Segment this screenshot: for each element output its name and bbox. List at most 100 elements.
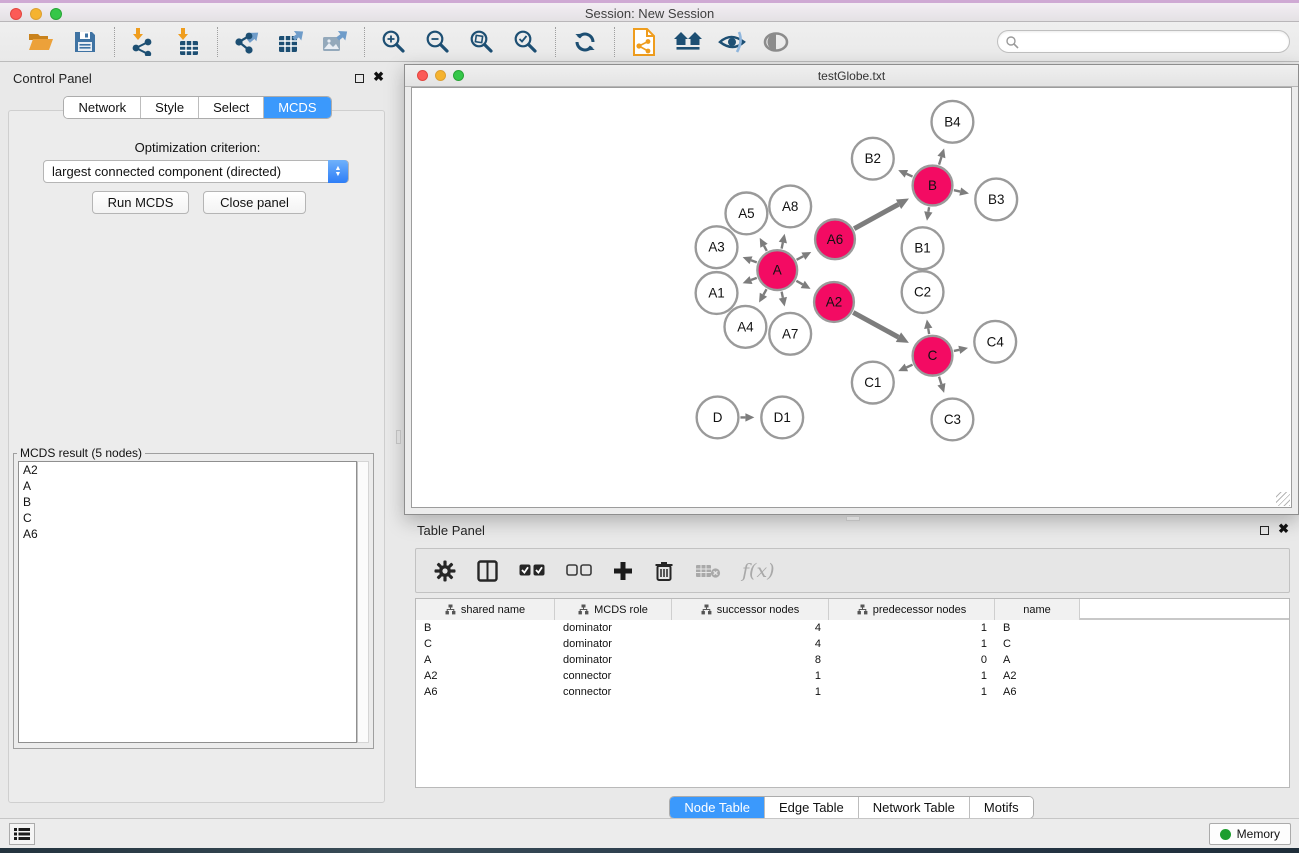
- graph-node-A3[interactable]: A3: [696, 226, 738, 268]
- table-cell[interactable]: B: [416, 622, 555, 634]
- mcds-result-item[interactable]: A2: [19, 462, 356, 478]
- table-cell[interactable]: 1: [672, 686, 829, 698]
- edge-C-C2[interactable]: [928, 328, 929, 334]
- table-cell[interactable]: 1: [829, 686, 995, 698]
- zoom-in-icon[interactable]: [379, 27, 409, 57]
- tab-mcds[interactable]: MCDS: [264, 97, 330, 118]
- table-cell[interactable]: C: [995, 638, 1080, 650]
- graph-node-A5[interactable]: A5: [726, 193, 768, 235]
- edge-A-A2[interactable]: [796, 281, 802, 285]
- graph-node-B[interactable]: B: [913, 166, 953, 206]
- table-row[interactable]: Bdominator41B: [416, 620, 1289, 636]
- import-network-icon[interactable]: [129, 27, 159, 57]
- float-panel-icon[interactable]: [355, 74, 364, 83]
- tab-network-table[interactable]: Network Table: [859, 797, 970, 818]
- column-header-successor-nodes[interactable]: successor nodes: [672, 599, 829, 620]
- refresh-icon[interactable]: [570, 27, 600, 57]
- mcds-list-scrollbar[interactable]: [357, 461, 369, 743]
- open-file-icon[interactable]: [26, 27, 56, 57]
- home-icon[interactable]: [673, 27, 703, 57]
- graph-node-A2[interactable]: A2: [814, 282, 854, 322]
- table-cell[interactable]: 4: [672, 638, 829, 650]
- graph-node-C1[interactable]: C1: [852, 362, 894, 404]
- table-cell[interactable]: 1: [829, 670, 995, 682]
- graph-node-B1[interactable]: B1: [902, 227, 944, 269]
- edge-A-A6[interactable]: [797, 256, 804, 260]
- table-cell[interactable]: A6: [995, 686, 1080, 698]
- select-all-checkboxes-icon[interactable]: [519, 564, 545, 577]
- mcds-result-item[interactable]: A: [19, 478, 356, 494]
- table-cell[interactable]: 4: [672, 622, 829, 634]
- tab-style[interactable]: Style: [141, 97, 199, 118]
- table-cell[interactable]: C: [416, 638, 555, 650]
- mcds-result-list[interactable]: A2ABCA6: [18, 461, 357, 743]
- graph-node-C[interactable]: C: [913, 336, 953, 376]
- edge-A6-B[interactable]: [854, 204, 898, 228]
- graph-node-A[interactable]: A: [757, 250, 797, 290]
- edge-B-B3[interactable]: [954, 190, 960, 191]
- save-session-icon[interactable]: [70, 27, 100, 57]
- zoom-selected-icon[interactable]: [511, 27, 541, 57]
- edge-A-A3[interactable]: [751, 260, 757, 262]
- zoom-out-icon[interactable]: [423, 27, 453, 57]
- edge-C-C1[interactable]: [906, 365, 912, 368]
- delete-column-trash-icon[interactable]: [654, 560, 674, 582]
- network-file-icon[interactable]: [629, 27, 659, 57]
- close-table-panel-icon[interactable]: ✖: [1278, 521, 1289, 537]
- table-cell[interactable]: dominator: [555, 638, 672, 650]
- graph-node-B4[interactable]: B4: [932, 101, 974, 143]
- node-table[interactable]: shared nameMCDS rolesuccessor nodesprede…: [415, 598, 1290, 788]
- edge-C-C4[interactable]: [954, 350, 959, 351]
- column-header-MCDS-role[interactable]: MCDS role: [555, 599, 672, 620]
- edge-A-A1[interactable]: [751, 278, 757, 280]
- graph-node-C3[interactable]: C3: [932, 399, 974, 441]
- table-cell[interactable]: 1: [829, 622, 995, 634]
- table-cell[interactable]: connector: [555, 670, 672, 682]
- edge-B-B4[interactable]: [939, 157, 941, 165]
- run-mcds-button[interactable]: Run MCDS: [92, 191, 189, 214]
- column-header-predecessor-nodes[interactable]: predecessor nodes: [829, 599, 995, 620]
- graph-node-D[interactable]: D: [697, 397, 739, 439]
- export-table-icon[interactable]: [276, 27, 306, 57]
- mcds-result-item[interactable]: B: [19, 494, 356, 510]
- graph-node-D1[interactable]: D1: [761, 397, 803, 439]
- horizontal-split-handle[interactable]: [846, 516, 860, 521]
- table-cell[interactable]: 1: [672, 670, 829, 682]
- show-graphics-icon[interactable]: [761, 27, 791, 57]
- table-cell[interactable]: A6: [416, 686, 555, 698]
- memory-button[interactable]: Memory: [1209, 823, 1291, 845]
- tab-edge-table[interactable]: Edge Table: [765, 797, 859, 818]
- add-column-icon[interactable]: [613, 561, 633, 581]
- graph-node-B3[interactable]: B3: [975, 179, 1017, 221]
- tab-motifs[interactable]: Motifs: [970, 797, 1033, 818]
- table-cell[interactable]: A: [995, 654, 1080, 666]
- task-history-list-icon[interactable]: [9, 823, 35, 845]
- table-cell[interactable]: 0: [829, 654, 995, 666]
- table-cell[interactable]: 1: [829, 638, 995, 650]
- hide-panels-icon[interactable]: [717, 27, 747, 57]
- graph-node-A6[interactable]: A6: [815, 219, 855, 259]
- tab-network[interactable]: Network: [64, 97, 141, 118]
- vertical-split-handle[interactable]: [396, 430, 401, 444]
- close-panel-icon[interactable]: ✖: [373, 69, 384, 85]
- edge-A2-C[interactable]: [853, 312, 898, 337]
- table-cell[interactable]: dominator: [555, 622, 672, 634]
- table-cell[interactable]: 8: [672, 654, 829, 666]
- column-header-shared-name[interactable]: shared name: [416, 599, 555, 620]
- table-cell[interactable]: A2: [416, 670, 555, 682]
- column-header-name[interactable]: name: [995, 599, 1080, 620]
- graph-node-A4[interactable]: A4: [725, 306, 767, 348]
- resize-grip-icon[interactable]: [1276, 492, 1290, 506]
- tab-select[interactable]: Select: [199, 97, 264, 118]
- network-window-titlebar[interactable]: testGlobe.txt: [405, 65, 1298, 87]
- deselect-all-checkboxes-icon[interactable]: [566, 564, 592, 577]
- search-input[interactable]: [1019, 35, 1289, 49]
- graph-node-C2[interactable]: C2: [902, 271, 944, 313]
- show-columns-icon[interactable]: [477, 560, 498, 582]
- zoom-fit-icon[interactable]: [467, 27, 497, 57]
- table-row[interactable]: Cdominator41C: [416, 636, 1289, 652]
- table-cell[interactable]: B: [995, 622, 1080, 634]
- import-table-icon[interactable]: [173, 27, 203, 57]
- table-row[interactable]: A2connector11A2: [416, 668, 1289, 684]
- table-cell[interactable]: connector: [555, 686, 672, 698]
